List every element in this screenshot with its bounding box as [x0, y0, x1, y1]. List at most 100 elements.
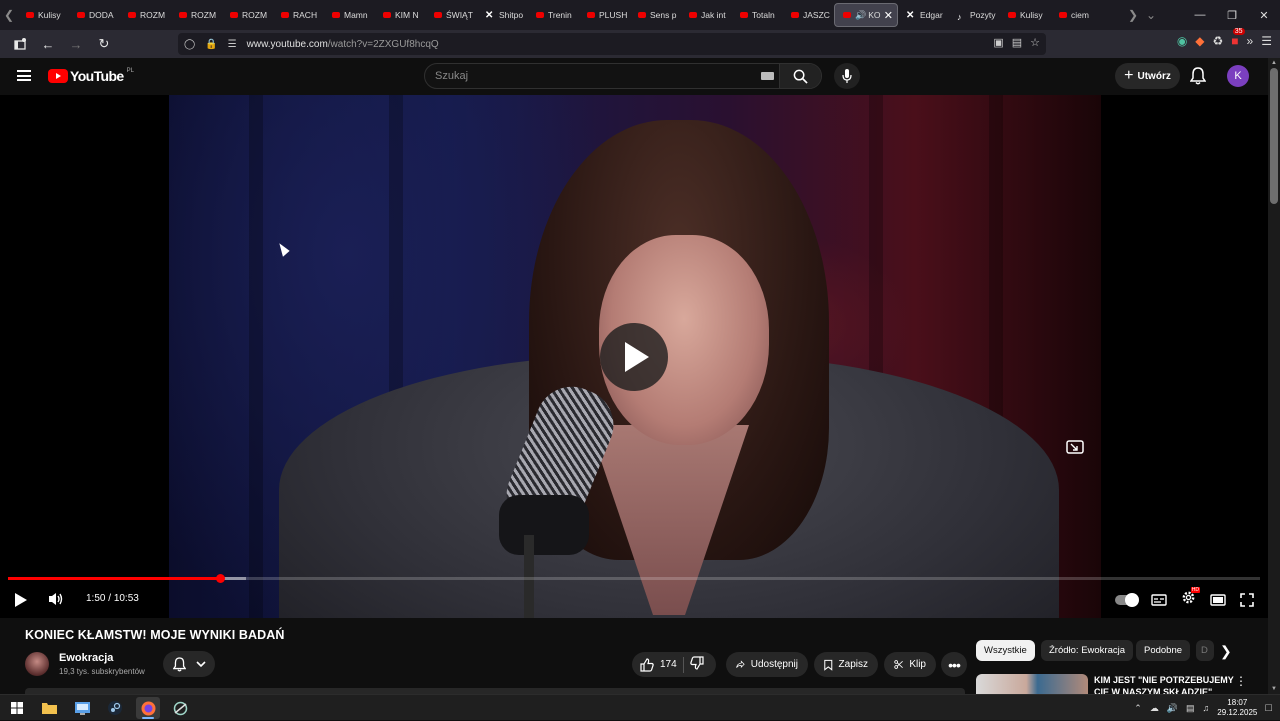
- browser-tab[interactable]: Kulisy: [18, 3, 69, 27]
- chip-related[interactable]: Podobne: [1136, 640, 1191, 661]
- progress-scrubber[interactable]: [215, 574, 225, 583]
- app-window-icon[interactable]: [73, 699, 91, 717]
- chip-more[interactable]: D: [1196, 640, 1214, 661]
- tabs-scroll-right-icon[interactable]: ❯: [1124, 0, 1142, 30]
- search-input[interactable]: Szukaj: [425, 64, 783, 88]
- youtube-logo[interactable]: YouTube PL: [48, 68, 134, 84]
- windows-start-icon[interactable]: [8, 699, 26, 717]
- clip-button[interactable]: Klip: [884, 652, 936, 677]
- share-button[interactable]: Udostępnij: [726, 652, 808, 677]
- browser-tab[interactable]: Trenin: [528, 3, 579, 27]
- browser-tab[interactable]: Mamn: [324, 3, 375, 27]
- more-actions-button[interactable]: •••: [941, 652, 967, 677]
- browser-tab[interactable]: Sens p: [630, 3, 681, 27]
- channel-avatar[interactable]: [25, 652, 49, 676]
- page-scrollbar[interactable]: ▲ ▼: [1268, 58, 1280, 694]
- close-window-icon[interactable]: ✕: [1248, 9, 1280, 22]
- fox-extension-icon[interactable]: ◆: [1195, 34, 1204, 48]
- create-button[interactable]: + Utwórz: [1115, 63, 1180, 89]
- sidebar-toggle-icon[interactable]: [8, 32, 32, 56]
- subscription-bell-button[interactable]: [163, 651, 215, 677]
- browser-tab[interactable]: KIM N: [375, 3, 426, 27]
- voice-search-button[interactable]: [834, 63, 860, 89]
- progress-bar[interactable]: [8, 574, 1260, 583]
- browser-tab[interactable]: ROZM: [222, 3, 273, 27]
- system-clock[interactable]: 18:07 29.12.2025: [1217, 698, 1257, 718]
- search-button[interactable]: [779, 64, 821, 88]
- recommendation-menu-icon[interactable]: ⋮: [1235, 674, 1247, 688]
- recommendation-title[interactable]: KIM JEST "NIE POTRZEBUJEMY CIĘ W NASZYM …: [1094, 674, 1234, 694]
- file-explorer-icon[interactable]: [40, 699, 58, 717]
- browser-tab-active[interactable]: 🔊 KO ✕: [834, 3, 898, 27]
- tab-close-icon[interactable]: ✕: [884, 9, 893, 22]
- chips-next-icon[interactable]: ❯: [1220, 643, 1232, 660]
- browser-tab[interactable]: ✕ Edgar: [898, 3, 949, 27]
- tab-list-dropdown-icon[interactable]: ⌄: [1142, 0, 1160, 30]
- vpn-extension-icon[interactable]: ◉: [1177, 34, 1187, 48]
- lock-icon[interactable]: 🔒: [205, 39, 217, 50]
- overflow-chevrons-icon[interactable]: »: [1247, 34, 1254, 48]
- browser-tab[interactable]: DODA: [69, 3, 120, 27]
- recommendation-thumbnail[interactable]: [976, 674, 1088, 694]
- browser-tab[interactable]: JASZC: [783, 3, 834, 27]
- notifications-button[interactable]: [1189, 67, 1207, 90]
- network-icon[interactable]: ▤: [1186, 703, 1195, 714]
- audio-device-icon[interactable]: ♫: [1203, 703, 1210, 713]
- browser-tab[interactable]: ♪ Pozyty: [949, 3, 1000, 27]
- browser-tab[interactable]: PLUSH: [579, 3, 630, 27]
- video-player[interactable]: 1:50 / 10:53 HD: [0, 95, 1268, 618]
- browser-tab[interactable]: ROZM: [171, 3, 222, 27]
- play-icon[interactable]: [15, 593, 27, 607]
- browser-tab[interactable]: Jak int: [681, 3, 732, 27]
- browser-tab[interactable]: Totaln: [732, 3, 783, 27]
- browser-tab[interactable]: ROZM: [120, 3, 171, 27]
- browser-tab[interactable]: RACH: [273, 3, 324, 27]
- tabs-scroll-left-icon[interactable]: ❮: [0, 0, 18, 30]
- app-menu-icon[interactable]: ☰: [1261, 34, 1272, 48]
- picture-in-picture-icon[interactable]: ▣: [993, 36, 1003, 49]
- subtitles-icon[interactable]: [1151, 594, 1167, 606]
- autoplay-toggle[interactable]: [1115, 593, 1139, 607]
- browser-tab[interactable]: ✕ Shitpo: [477, 3, 528, 27]
- browser-tab[interactable]: ciem: [1051, 3, 1102, 27]
- large-play-button[interactable]: [600, 323, 668, 391]
- notifications-center-icon[interactable]: □: [1265, 702, 1272, 714]
- browser-tab[interactable]: ŚWIĄT: [426, 3, 477, 27]
- tray-chevron-icon[interactable]: ⌃: [1134, 703, 1142, 714]
- address-bar[interactable]: ◯ 🔒 ☰ www.youtube.com/watch?v=2ZXGUf8hcq…: [178, 33, 1046, 55]
- onedrive-icon[interactable]: ☁: [1150, 703, 1159, 714]
- channel-name[interactable]: Ewokracja: [59, 652, 113, 664]
- pinned-app-icon[interactable]: [171, 699, 189, 717]
- volume-icon[interactable]: [48, 591, 64, 612]
- keyboard-icon[interactable]: [761, 72, 774, 80]
- tab-audio-playing-icon[interactable]: 🔊: [855, 10, 866, 21]
- url-text[interactable]: www.youtube.com/watch?v=2ZXGUf8hcqQ: [247, 39, 439, 50]
- bookmark-star-icon[interactable]: ☆: [1030, 36, 1040, 49]
- minimize-icon[interactable]: —: [1184, 9, 1216, 21]
- theater-mode-icon[interactable]: [1210, 594, 1226, 606]
- scroll-down-icon[interactable]: ▼: [1271, 686, 1277, 692]
- like-button[interactable]: 174: [640, 657, 677, 672]
- steam-icon[interactable]: [106, 699, 124, 717]
- browser-tab[interactable]: Kulisy: [1000, 3, 1051, 27]
- extension-badge-icon[interactable]: ■ 35: [1231, 28, 1245, 48]
- shield-icon[interactable]: ◯: [184, 39, 195, 50]
- forward-icon[interactable]: →: [64, 32, 88, 56]
- save-button[interactable]: Zapisz: [814, 652, 878, 677]
- extensions-puzzle-icon[interactable]: ♻: [1213, 34, 1224, 48]
- guide-menu-icon[interactable]: [17, 70, 31, 81]
- firefox-taskbar-icon[interactable]: [136, 697, 160, 719]
- back-icon[interactable]: ←: [36, 32, 60, 56]
- reader-view-icon[interactable]: ▤: [1012, 36, 1022, 49]
- scroll-up-icon[interactable]: ▲: [1271, 60, 1277, 66]
- fullscreen-icon[interactable]: [1240, 593, 1254, 607]
- restore-icon[interactable]: ❐: [1216, 9, 1248, 22]
- reload-icon[interactable]: ↻: [92, 32, 116, 56]
- chip-all[interactable]: Wszystkie: [976, 640, 1035, 661]
- dislike-button[interactable]: [689, 656, 704, 673]
- permissions-icon[interactable]: ☰: [228, 39, 237, 50]
- expand-overlay-icon[interactable]: [1066, 440, 1084, 454]
- account-avatar[interactable]: K: [1227, 65, 1249, 87]
- settings-button[interactable]: HD: [1181, 587, 1200, 610]
- chip-source[interactable]: Źródło: Ewokracja: [1041, 640, 1134, 661]
